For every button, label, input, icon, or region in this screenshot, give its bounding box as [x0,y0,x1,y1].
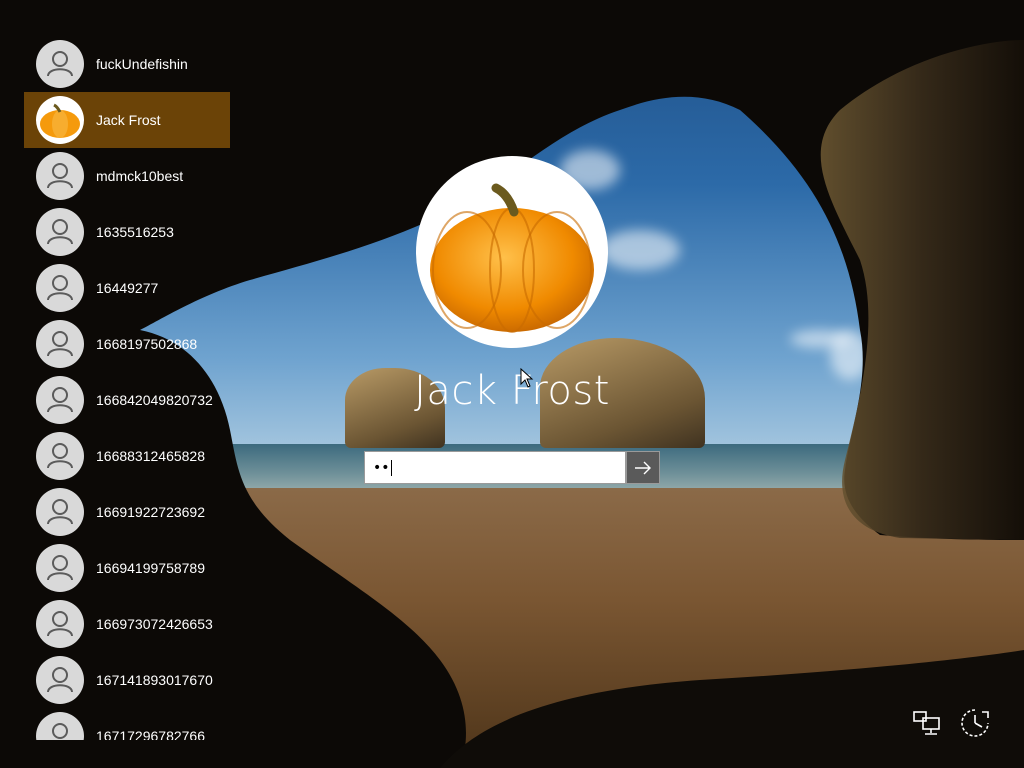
user-item[interactable]: 166842049820732 [24,372,230,428]
user-item[interactable]: 167141893017670 [24,652,230,708]
ease-of-access-icon[interactable] [958,706,992,740]
default-user-icon [36,488,84,536]
arrow-right-icon [635,461,651,474]
user-item[interactable]: 16717296782766 [24,708,230,740]
user-item[interactable]: 16688312465828 [24,428,230,484]
default-user-icon [36,152,84,200]
user-name: 16688312465828 [96,448,206,464]
user-name: 16691922723692 [96,504,206,520]
user-name: 1668197502868 [96,336,198,352]
mouse-cursor-icon [520,368,534,388]
pumpkin-icon [430,183,594,333]
pumpkin-icon [36,96,84,144]
user-name: Jack Frost [96,112,161,128]
default-user-icon [36,376,84,424]
text-caret [390,459,392,476]
user-item[interactable]: 16694199758789 [24,540,230,596]
user-account-list: fuckUndefishin Jack Frost mdmck10best 16… [24,36,232,740]
user-item[interactable]: fuckUndefishin [24,36,230,92]
default-user-icon [36,40,84,88]
user-name: 166973072426653 [96,616,213,632]
password-value: •• [373,459,390,476]
default-user-icon [36,600,84,648]
user-item[interactable]: 16449277 [24,260,230,316]
user-name: 16717296782766 [96,728,206,740]
default-user-icon [36,264,84,312]
user-item[interactable]: 1668197502868 [24,316,230,372]
user-name: fuckUndefishin [96,56,188,72]
user-name: 167141893017670 [96,672,213,688]
user-item-selected[interactable]: Jack Frost [24,92,230,148]
user-item[interactable]: 166973072426653 [24,596,230,652]
default-user-icon [36,432,84,480]
submit-button[interactable] [626,451,660,484]
user-item[interactable]: 1635516253 [24,204,230,260]
password-field[interactable]: •• [364,451,626,484]
account-display-name: Jack Frost [414,368,610,414]
default-user-icon [36,544,84,592]
user-name: 16694199758789 [96,560,206,576]
network-icon[interactable] [910,706,944,740]
user-name: 16449277 [96,280,159,296]
default-user-icon [36,712,84,740]
default-user-icon [36,208,84,256]
user-name: mdmck10best [96,168,184,184]
user-name: 166842049820732 [96,392,213,408]
account-avatar [416,156,608,348]
default-user-icon [36,656,84,704]
user-item[interactable]: mdmck10best [24,148,230,204]
user-item[interactable]: 16691922723692 [24,484,230,540]
default-user-icon [36,320,84,368]
user-name: 1635516253 [96,224,174,240]
